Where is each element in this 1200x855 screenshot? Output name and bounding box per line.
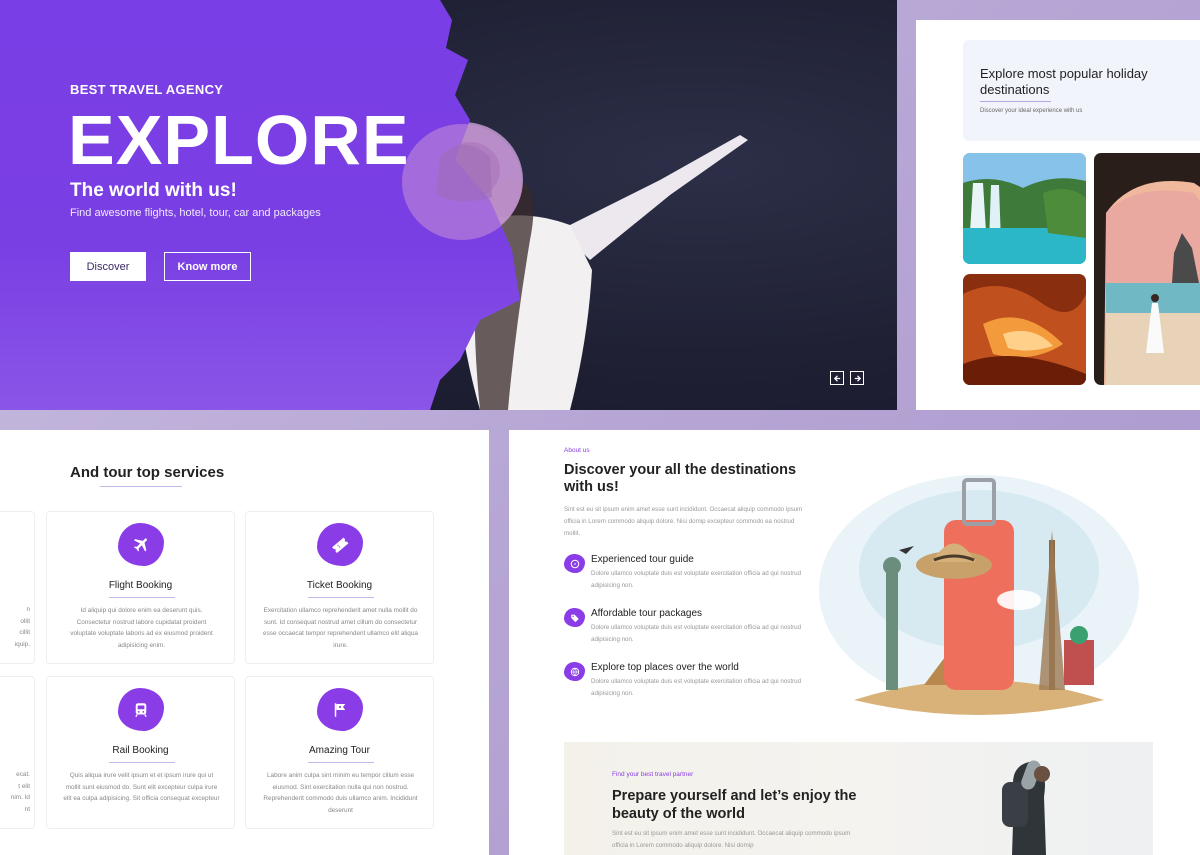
service-text: Exercitation ullamco reprehenderit amet …	[263, 607, 418, 650]
hero-subtitle: The world with us!	[70, 180, 237, 201]
service-card-flight[interactable]: Flight Booking Id aliquip qui dolore eni…	[46, 511, 235, 664]
hat-overlay	[402, 124, 522, 240]
know-more-button[interactable]: Know more	[164, 252, 251, 281]
service-name: Flight Booking	[108, 580, 173, 591]
destinations-title: Explore most popular holiday destination…	[980, 66, 1148, 97]
hero-banner: BEST TRAVEL AGENCY EXPLORE The world wit…	[0, 0, 897, 410]
suitcase-landmarks-illustration	[819, 475, 1139, 715]
about-description: Sint est eu sit ipsum enim amet esse sun…	[564, 506, 803, 537]
service-text: Quis aliqua irure velit ipsum et et ipsu…	[63, 772, 220, 803]
feature-text: Dolore ullamco voluptate duis est volupt…	[591, 624, 802, 643]
globe-icon	[564, 662, 585, 681]
partner-kicker: Find your best travel partner	[612, 771, 694, 778]
feature-title: Explore top places over the world	[591, 662, 739, 673]
beach-cave-image[interactable]	[1094, 153, 1200, 385]
services-section: And tour top services n ollit cillit iquip.…	[0, 430, 489, 855]
service-underline	[308, 597, 374, 598]
partner-title: Prepare yourself and let’s enjoy the bea…	[612, 788, 857, 822]
service-underline	[308, 762, 374, 763]
about-kicker: About us	[564, 447, 590, 454]
airplane-icon	[118, 523, 164, 566]
service-underline	[109, 762, 175, 763]
partial-card: n ollit cillit iquip.	[0, 511, 35, 664]
destinations-panel: Explore most popular holiday destination…	[916, 20, 1200, 410]
partial-card-text: n ollit cillit iquip.	[14, 606, 30, 649]
services-title: And tour top services	[70, 464, 225, 481]
partial-card-text: ecat. t elit nim. Id nt	[10, 771, 30, 814]
service-name: Rail Booking	[112, 745, 169, 756]
hero-title: EXPLORE	[68, 101, 410, 179]
hero-label: BEST TRAVEL AGENCY	[70, 82, 224, 97]
train-icon	[118, 688, 164, 731]
service-text: Id aliquip qui dolore enim ea deserunt q…	[70, 607, 213, 650]
feature-title: Affordable tour packages	[591, 608, 703, 619]
service-name: Ticket Booking	[306, 580, 373, 591]
service-card-ticket[interactable]: Ticket Booking Exercitation ullamco repr…	[245, 511, 434, 664]
title-underline	[100, 486, 182, 487]
service-card-rail[interactable]: Rail Booking Quis aliqua irure velit ips…	[46, 676, 235, 829]
canyon-image[interactable]	[963, 274, 1086, 385]
backpacker-photo	[1002, 760, 1050, 855]
title-underline	[980, 101, 1051, 102]
slider-arrows	[830, 371, 864, 385]
discover-button[interactable]: Discover	[70, 252, 146, 281]
arrow-right-icon[interactable]	[850, 371, 864, 385]
flag-icon	[317, 688, 363, 731]
tag-icon	[564, 608, 585, 627]
service-text: Labore anim culpa sint minim eu tempor c…	[263, 772, 418, 815]
feature-text: Dolore ullamco voluptate duis est volupt…	[591, 678, 802, 697]
hero-description: Find awesome flights, hotel, tour, car a…	[70, 207, 321, 219]
travel-partner-banner: Find your best travel partner Prepare yo…	[564, 742, 1153, 855]
destinations-caption: Discover your ideal experience with us	[980, 108, 1083, 114]
about-title: Discover your all the destinations with …	[564, 462, 797, 495]
service-name: Amazing Tour	[309, 745, 370, 756]
partner-description: Sint est eu sit ipsum enim amet esse sun…	[612, 830, 851, 849]
partial-card: ecat. t elit nim. Id nt	[0, 676, 35, 829]
feature-title: Experienced tour guide	[591, 554, 694, 565]
destinations-header: Explore most popular holiday destination…	[963, 40, 1200, 141]
compass-icon	[564, 554, 585, 573]
ticket-icon	[317, 523, 363, 566]
feature-text: Dolore ullamco voluptate duis est volupt…	[591, 570, 802, 589]
about-section: About us Discover your all the destinati…	[509, 430, 1200, 855]
waterfall-image[interactable]	[963, 153, 1086, 264]
service-underline	[109, 597, 175, 598]
service-card-tour[interactable]: Amazing Tour Labore anim culpa sint mini…	[245, 676, 434, 829]
arrow-left-icon[interactable]	[830, 371, 844, 385]
